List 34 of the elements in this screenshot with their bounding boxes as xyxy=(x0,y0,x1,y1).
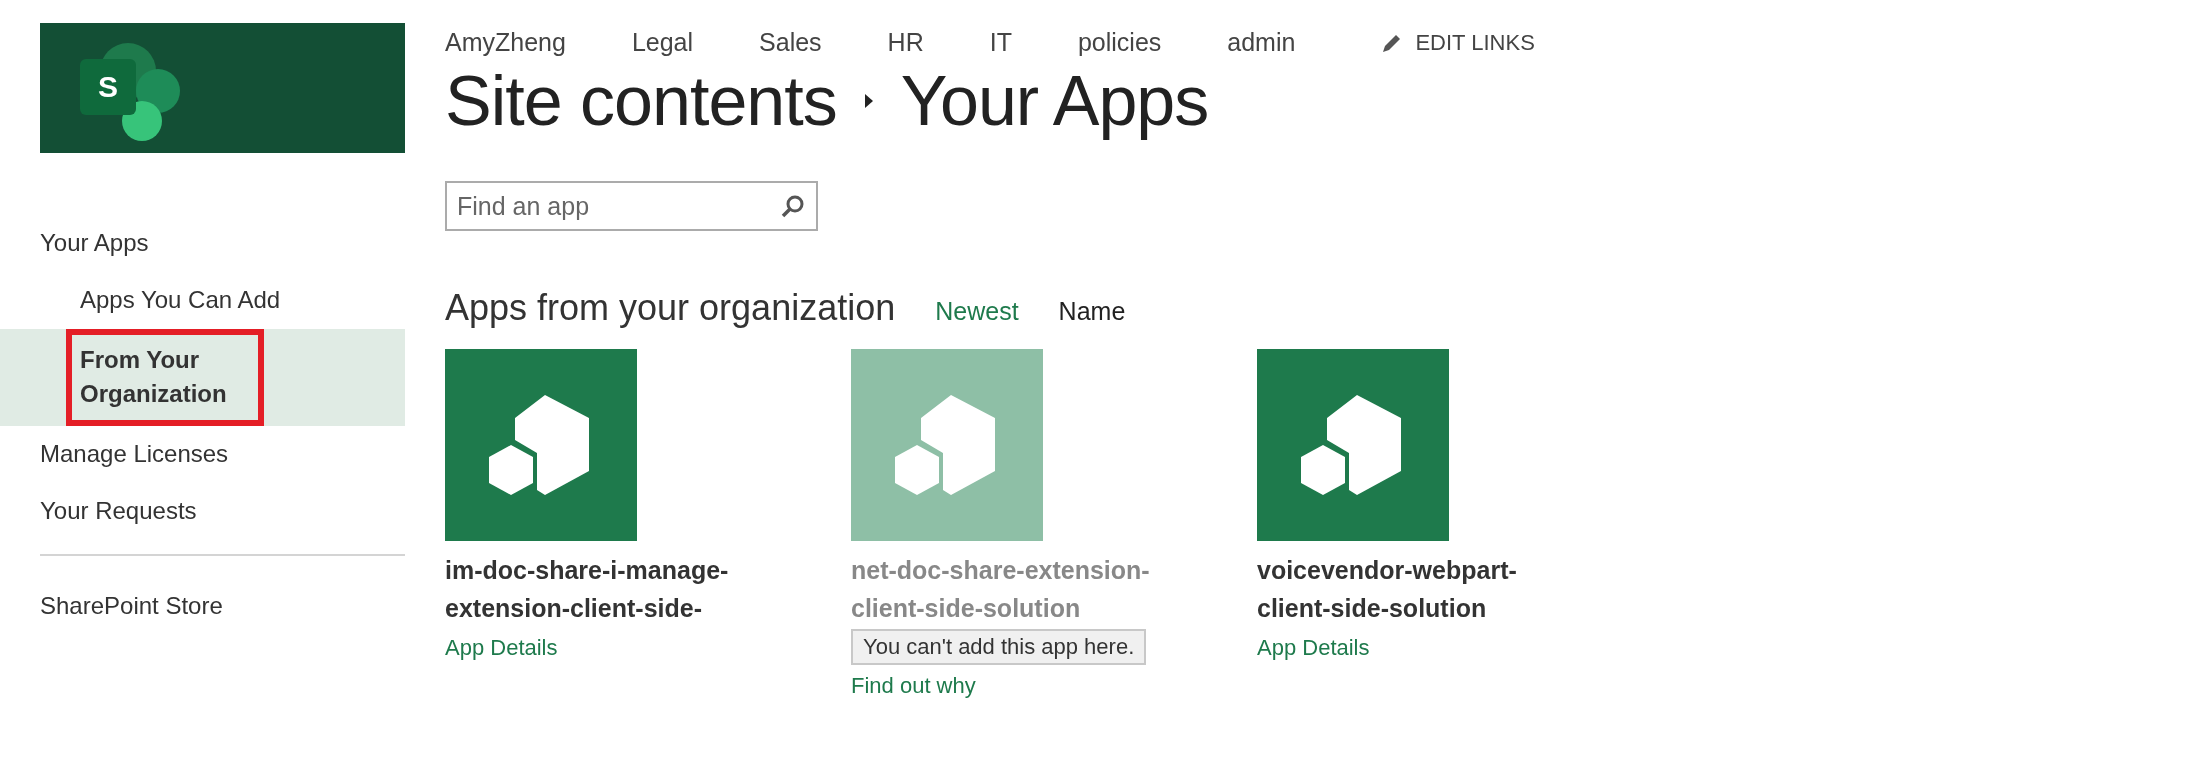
logo[interactable]: S xyxy=(40,23,405,153)
app-name: im-doc-share-i-manage-extension-client-side- xyxy=(445,555,730,624)
sort-option[interactable]: Newest xyxy=(935,297,1019,326)
nav-link[interactable]: AmyZheng xyxy=(445,28,566,57)
nav-link[interactable]: HR xyxy=(887,28,924,57)
search-icon xyxy=(780,193,806,219)
nav-item[interactable]: Your Requests xyxy=(0,483,405,540)
breadcrumb-link[interactable]: Site contents xyxy=(445,61,837,141)
nav-item[interactable]: Apps You Can Add xyxy=(0,271,405,329)
app-name: net-doc-share-extension-client-side-solution xyxy=(851,555,1151,624)
app-tile[interactable] xyxy=(445,349,637,541)
caret-icon xyxy=(862,92,875,110)
nav-item[interactable]: Manage Licenses xyxy=(0,426,405,483)
nav-item[interactable]: Your Apps xyxy=(0,215,405,272)
nav-item[interactable]: From Your Organization xyxy=(0,328,405,427)
app-tile[interactable] xyxy=(851,349,1043,541)
nav-link[interactable]: admin xyxy=(1227,28,1296,57)
nav-item[interactable]: SharePoint Store xyxy=(0,577,405,635)
nav-link[interactable]: Sales xyxy=(759,28,822,57)
nav-link[interactable]: Legal xyxy=(631,28,694,57)
app-tile[interactable] xyxy=(1257,349,1449,541)
logo-drawing: S xyxy=(40,23,190,153)
nav-link[interactable]: IT xyxy=(989,28,1012,57)
warning-message: You can't add this app here. xyxy=(851,629,1147,665)
search-field[interactable]: Find an app xyxy=(445,181,818,231)
app-link[interactable]: Find out why xyxy=(851,673,1081,699)
sort-option[interactable]: Name xyxy=(1058,297,1126,326)
nav-link[interactable]: policies xyxy=(1077,28,1162,57)
edit-links-link[interactable]: EDIT LINKS xyxy=(1381,29,1535,56)
app-link[interactable]: App Details xyxy=(1257,635,1487,661)
page-title: Your Apps xyxy=(900,61,1209,141)
app-link[interactable]: App Details xyxy=(445,635,675,661)
app-name: voicevendor-webpart-client-side-solution xyxy=(1257,555,1518,624)
section-title: Apps from your organization xyxy=(445,287,896,329)
